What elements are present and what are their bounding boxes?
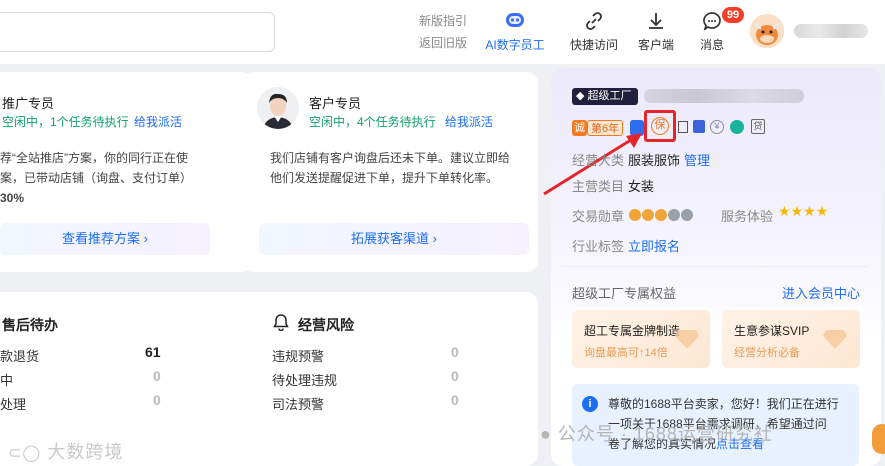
risk-row-value[interactable]: 0: [451, 392, 459, 408]
diamond-icon: [675, 330, 699, 349]
star-icon: ★: [778, 203, 791, 219]
customer-agent-avatar: [257, 87, 299, 129]
benefit-subtitle: 经营分析必备: [734, 347, 800, 359]
medal-icon: [655, 208, 667, 221]
nav-ai-employee-label: AI数字员工: [485, 38, 545, 52]
watermark-right: ● 公众号 · 1688运营研究社: [540, 424, 773, 444]
benefit-card-gold-manufacturing[interactable]: 超工专属金牌制造 询盘最高可↑14倍: [572, 310, 710, 368]
info-icon: i: [582, 396, 598, 412]
main-category-value: 女装: [628, 179, 655, 194]
service-stars: ★★★★: [778, 203, 828, 220]
business-category-label: 经营大类: [572, 153, 625, 168]
business-category-value: 服装服饰: [628, 153, 681, 168]
message-count-badge: 99: [722, 7, 744, 23]
promo-agent-title: 推广专员: [2, 96, 55, 111]
after-sales-row-value[interactable]: 0: [153, 392, 161, 408]
risk-row-value[interactable]: 0: [451, 344, 459, 360]
new-guide-link[interactable]: 新版指引: [419, 14, 467, 28]
username-blurred: [794, 24, 868, 38]
industry-signup-link[interactable]: 立即报名: [628, 236, 680, 255]
after-sales-row-label[interactable]: 款退货: [0, 346, 39, 365]
service-experience-label: 服务体验: [721, 209, 774, 224]
risk-row-value[interactable]: 0: [451, 368, 459, 384]
link-icon: [586, 12, 602, 30]
guarantee-icon[interactable]: 保: [651, 117, 669, 135]
divider: [562, 266, 868, 267]
risk-row-label[interactable]: 司法预警: [272, 394, 324, 413]
customer-agent-card: 客户专员 空闲中，4个任务待执行 给我派活 我们店铺有客户询盘后还未下单。建议立…: [242, 72, 538, 272]
member-center-link[interactable]: 进入会员中心: [782, 283, 860, 302]
after-sales-title: 售后待办: [2, 317, 58, 333]
medal-icon: [642, 208, 654, 221]
main-category-label: 主营类目: [572, 179, 625, 194]
top-header: 新版指引 返回旧版 AI数字员工 快捷访问 客户端 消息 99: [0, 0, 885, 64]
after-sales-row-label[interactable]: 处理: [0, 394, 26, 413]
yuan-icon[interactable]: ¥: [710, 120, 724, 134]
manage-link[interactable]: 管理: [684, 150, 710, 169]
search-input[interactable]: [0, 12, 275, 52]
wechat-icon: ●: [540, 424, 552, 444]
nav-quick-access-label: 快捷访问: [569, 38, 618, 52]
trade-medal-label: 交易勋章: [572, 209, 625, 224]
star-icon: ★: [815, 203, 829, 219]
nav-messages-label: 消息: [699, 38, 724, 52]
diamond-icon: ◆: [576, 90, 585, 102]
back-old-version-link[interactable]: 返回旧版: [419, 36, 467, 50]
floating-assistant-icon[interactable]: [872, 424, 885, 454]
star-icon: ★: [803, 203, 816, 219]
medal-icon: [629, 208, 641, 221]
industry-tag-label: 行业标签: [572, 239, 625, 254]
card-icon[interactable]: [730, 120, 744, 134]
customer-agent-title: 客户专员: [309, 96, 362, 111]
medal-icon: [668, 208, 680, 221]
person-avatar-icon: [257, 87, 299, 129]
star-icon: ★: [790, 203, 804, 219]
cow-avatar-icon: [750, 14, 784, 48]
expand-channels-button[interactable]: 拓展获客渠道 ›: [259, 223, 529, 255]
doc-icon[interactable]: [678, 121, 688, 133]
benefit-card-svip[interactable]: 生意参谋SVIP 经营分析必备: [722, 310, 860, 368]
promo-agent-card: 推广专员 空闲中，1个任务待执行 给我派活 荐“全站推店”方案，你的同行正在使 …: [0, 72, 253, 272]
nav-client[interactable]: 客户端: [626, 10, 686, 54]
benefit-subtitle: 询盘最高可↑14倍: [584, 347, 668, 359]
benefit-title: 生意参谋SVIP: [734, 324, 810, 338]
risk-title: 经营风险: [298, 317, 354, 333]
nav-quick-access[interactable]: 快捷访问: [564, 10, 624, 54]
watermark-left: ⊂◯ 大数跨境: [8, 442, 124, 462]
customer-agent-dispatch-link[interactable]: 给我派活: [445, 113, 493, 130]
promo-agent-description: 荐“全站推店”方案，你的同行正在使 案，已带动店铺（询盘、支付订单） 30%: [0, 151, 193, 205]
diamond-icon: [823, 330, 847, 349]
after-sales-row-value[interactable]: 0: [153, 368, 161, 384]
benefit-title: 超工专属金牌制造: [584, 324, 681, 338]
nav-client-label: 客户端: [637, 38, 674, 52]
shield-icon[interactable]: [693, 120, 705, 133]
shop-name-blurred: [644, 89, 804, 103]
chevron-right-icon: ›: [143, 231, 148, 246]
benefits-title: 超级工厂专属权益: [572, 286, 677, 301]
promo-agent-status: 空闲中，1个任务待执行: [2, 115, 129, 129]
ai-robot-icon: [506, 13, 524, 27]
download-icon: [649, 13, 663, 29]
medal-icon: [681, 208, 693, 221]
customer-agent-description: 我们店铺有客户询盘后还未下单。建议立即给 他们发送提醒促进下单，提升下单转化率。: [270, 151, 511, 185]
view-recommend-plan-button[interactable]: 查看推荐方案 ›: [0, 223, 210, 255]
loan-icon[interactable]: 贷: [751, 119, 765, 134]
nav-ai-employee[interactable]: AI数字员工: [485, 10, 545, 54]
promo-agent-dispatch-link[interactable]: 给我派活: [134, 113, 182, 130]
chevron-right-icon: ›: [432, 231, 437, 246]
trade-medals: [629, 206, 694, 221]
risk-row-label[interactable]: 待处理违规: [272, 370, 337, 389]
risk-row-label[interactable]: 违规预警: [272, 346, 324, 365]
message-icon: [703, 12, 721, 31]
bell-icon: [273, 314, 289, 331]
after-sales-row-label[interactable]: 中: [0, 370, 13, 389]
avatar[interactable]: [750, 14, 784, 48]
super-factory-badge: ◆ 超级工厂: [572, 88, 638, 105]
customer-agent-status: 空闲中，4个任务待执行: [309, 115, 436, 129]
after-sales-row-value[interactable]: 61: [145, 344, 161, 360]
watermark-logo-icon: ⊂◯: [8, 445, 42, 462]
